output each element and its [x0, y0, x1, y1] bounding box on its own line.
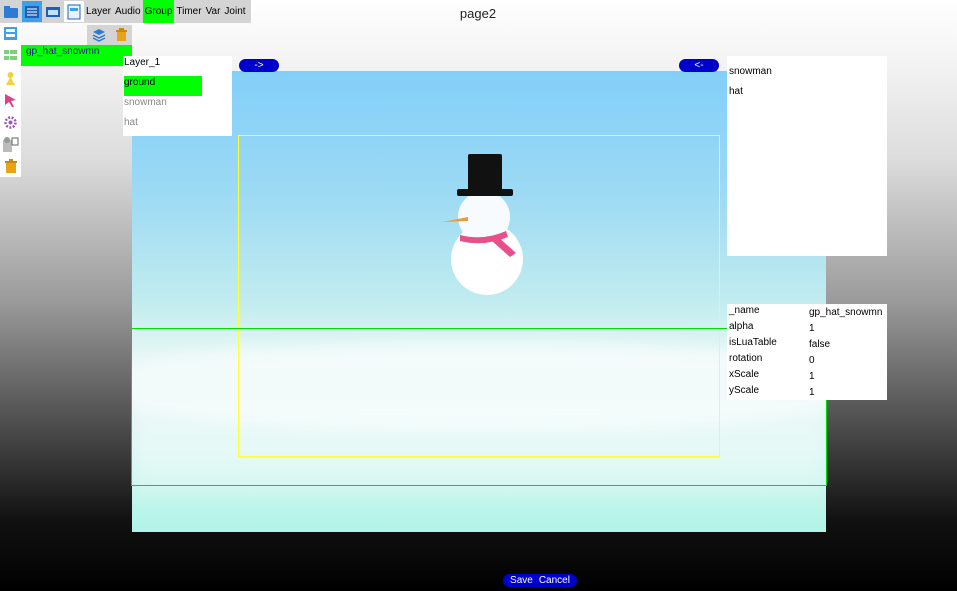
prop-value[interactable]: false [809, 339, 830, 350]
page-settings-icon[interactable] [2, 25, 19, 42]
left-tool-column [0, 23, 21, 177]
prop-value[interactable]: 1 [809, 371, 815, 382]
grid-icon[interactable] [2, 47, 19, 64]
member-item-snowman[interactable]: snowman [729, 66, 772, 77]
layer-item-layer1[interactable]: Layer_1 [124, 56, 202, 76]
settings-icon[interactable] [2, 114, 19, 131]
prop-key: _name [729, 305, 760, 316]
save-cancel-bar: Save Cancel [503, 574, 577, 587]
prop-key: rotation [729, 353, 763, 364]
prop-value[interactable]: gp_hat_snowmn [809, 307, 882, 318]
delete-group-icon[interactable] [115, 28, 128, 45]
pointer-icon[interactable] [2, 92, 19, 109]
tab-group[interactable]: Group [142, 0, 175, 23]
tab-audio[interactable]: Audio [113, 0, 143, 23]
tab-timer[interactable]: Timer [174, 0, 203, 23]
trash-icon[interactable] [2, 158, 19, 175]
layer-item-snowman[interactable]: snowman [124, 96, 202, 116]
list-icon[interactable] [22, 1, 42, 22]
save-button[interactable]: Save [510, 574, 533, 587]
snapshot-icon[interactable] [2, 136, 19, 153]
next-button[interactable]: -> [239, 59, 279, 72]
group-list-item[interactable]: gp_hat_snowmn [21, 45, 132, 66]
layers-icon[interactable] [92, 28, 106, 45]
prop-key: xScale [729, 369, 760, 380]
tab-layer[interactable]: Layer [84, 0, 113, 23]
prop-key: alpha [729, 321, 754, 332]
cancel-button[interactable]: Cancel [539, 574, 570, 587]
prop-value[interactable]: 1 [809, 387, 815, 398]
group-members-panel: snowman hat [727, 56, 887, 256]
prop-key: isLuaTable [729, 337, 777, 348]
group-actions [87, 25, 132, 45]
member-item-hat[interactable]: hat [729, 86, 743, 97]
prop-value[interactable]: 1 [809, 323, 815, 334]
tab-var[interactable]: Var [204, 0, 223, 23]
properties-panel: _name gp_hat_snowmn alpha 1 isLuaTable f… [727, 304, 887, 400]
layer-panel: Layer_1 ground snowman hat [123, 56, 232, 136]
page-icon[interactable] [64, 1, 84, 22]
layer-item-ground[interactable]: ground [124, 76, 202, 96]
ground-bounds [131, 328, 827, 486]
window-icon[interactable] [43, 1, 63, 22]
page-title: page2 [459, 6, 497, 21]
prop-value[interactable]: 0 [809, 355, 815, 366]
layer-item-hat[interactable]: hat [124, 116, 202, 136]
tab-joint[interactable]: Joint [222, 0, 247, 23]
prev-button[interactable]: <- [679, 59, 719, 72]
top-toolbar: Layer Audio Group Timer Var Joint [0, 0, 251, 23]
folder-icon[interactable] [1, 1, 21, 22]
prop-key: yScale [729, 385, 760, 396]
character-icon[interactable] [2, 70, 19, 87]
